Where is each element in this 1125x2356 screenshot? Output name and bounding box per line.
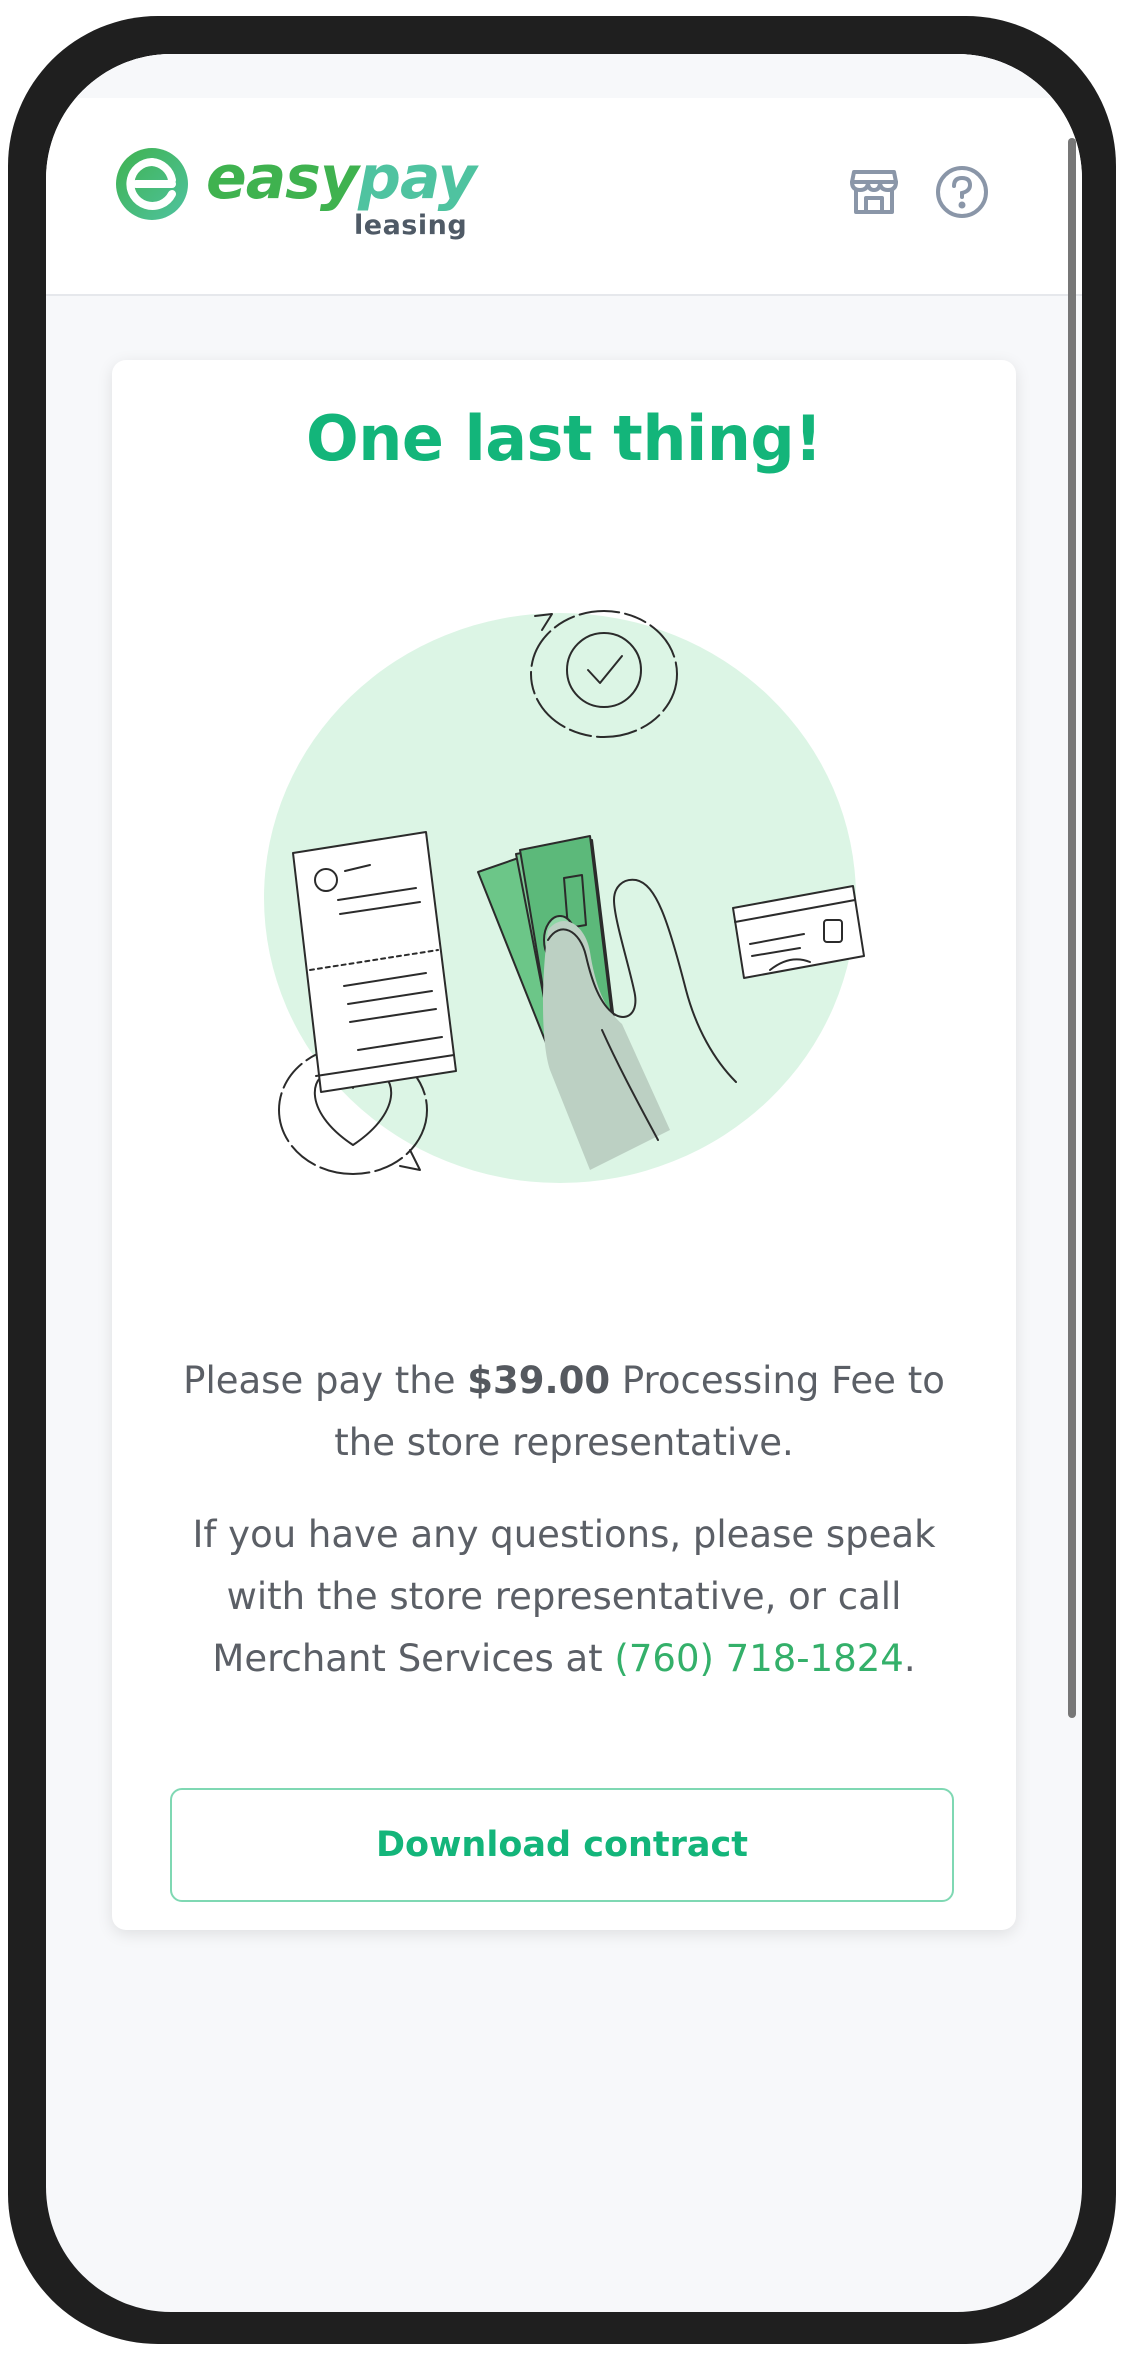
payment-instruction: Please pay the $39.00 Processing Fee to … (152, 1350, 976, 1474)
merchant-services-phone-link[interactable]: (760) 718-1824 (614, 1637, 903, 1680)
fee-amount: $39.00 (467, 1359, 611, 1402)
status-bar-area (46, 54, 1082, 98)
payment-text-before: Please pay the (183, 1359, 468, 1402)
phone-frame: easypay leasing One last thing! Please p… (8, 16, 1116, 2344)
hand-with-cash-illustration (264, 610, 865, 1183)
support-text-after: . (903, 1637, 916, 1680)
store-button[interactable] (846, 164, 902, 220)
app-header: easypay leasing (46, 54, 1082, 296)
support-instruction: If you have any questions, please speak … (152, 1504, 976, 1690)
help-icon (936, 166, 988, 218)
logo-wordmark: easypay (206, 140, 477, 216)
receipt-icon (292, 831, 457, 1093)
easypay-logo[interactable]: easypay leasing (114, 143, 477, 256)
easypay-logo-icon (116, 148, 188, 220)
download-contract-button[interactable]: Download contract (170, 1788, 954, 1902)
logo-word-pay: pay (358, 143, 477, 213)
page-title: One last thing! (305, 402, 823, 475)
scrollbar[interactable] (1068, 138, 1076, 1718)
logo-subtitle: leasing (354, 210, 468, 241)
screen: easypay leasing One last thing! Please p… (46, 54, 1082, 2312)
confirmation-card: One last thing! Please pay the $39.00 Pr… (112, 360, 1016, 1930)
help-button[interactable] (934, 164, 990, 220)
logo-word-easy: easy (206, 143, 359, 213)
store-icon (850, 170, 898, 214)
